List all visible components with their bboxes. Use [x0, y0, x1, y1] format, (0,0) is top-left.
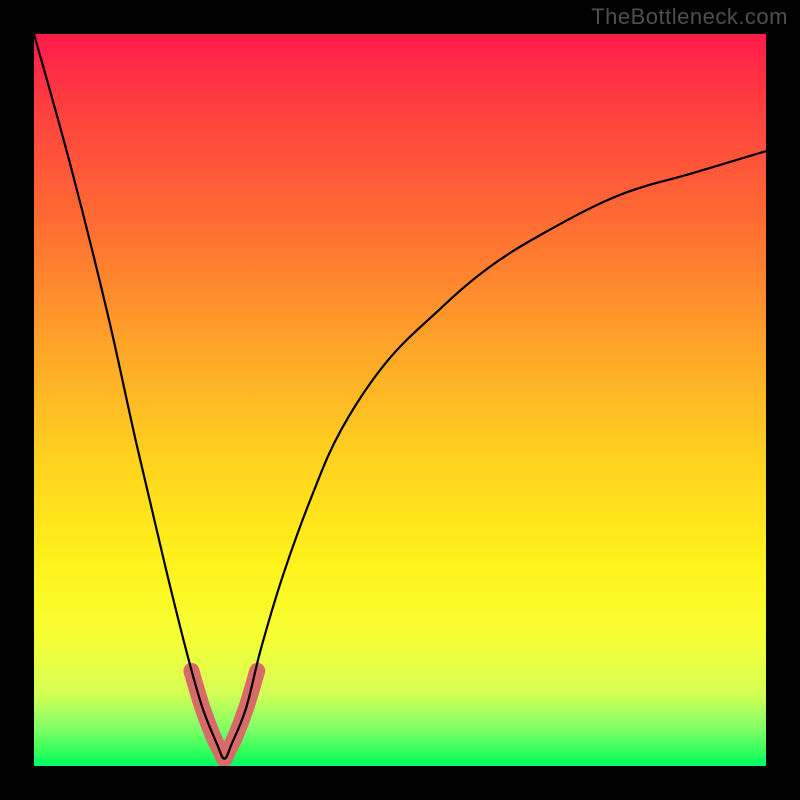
- watermark-text: TheBottleneck.com: [591, 4, 788, 30]
- chart-frame: TheBottleneck.com: [0, 0, 800, 800]
- bottleneck-curve: [34, 34, 766, 759]
- plot-area: [34, 34, 766, 766]
- trough-highlight: [191, 671, 257, 759]
- curve-layer: [34, 34, 766, 766]
